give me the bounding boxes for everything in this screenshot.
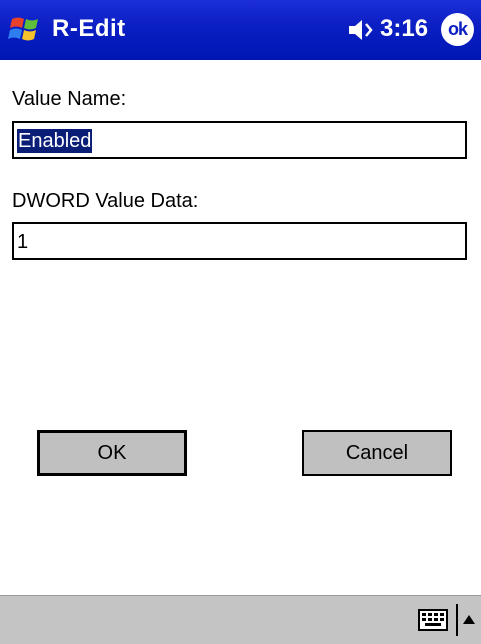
dword-value-label: DWORD Value Data: [12, 190, 199, 212]
ok-close-button[interactable]: ok [441, 13, 474, 46]
menu-separator [456, 604, 458, 636]
dword-value-field[interactable]: 1 [12, 222, 467, 260]
cancel-button[interactable]: Cancel [302, 430, 452, 476]
up-arrow-icon[interactable] [462, 613, 476, 625]
windows-flag-icon[interactable] [8, 10, 48, 50]
keyboard-icon[interactable] [418, 609, 448, 631]
value-name-field[interactable]: Enabled [12, 121, 467, 159]
title-bar: R-Edit 3:16 ok [0, 0, 481, 60]
dword-value-text: 1 [17, 231, 29, 253]
menu-bar [0, 595, 481, 644]
speaker-icon[interactable] [347, 17, 375, 43]
value-name-text: Enabled [17, 129, 93, 153]
value-name-label: Value Name: [12, 88, 127, 110]
clock[interactable]: 3:16 [380, 15, 428, 43]
ok-button[interactable]: OK [37, 430, 187, 476]
app-title: R-Edit [52, 15, 126, 42]
